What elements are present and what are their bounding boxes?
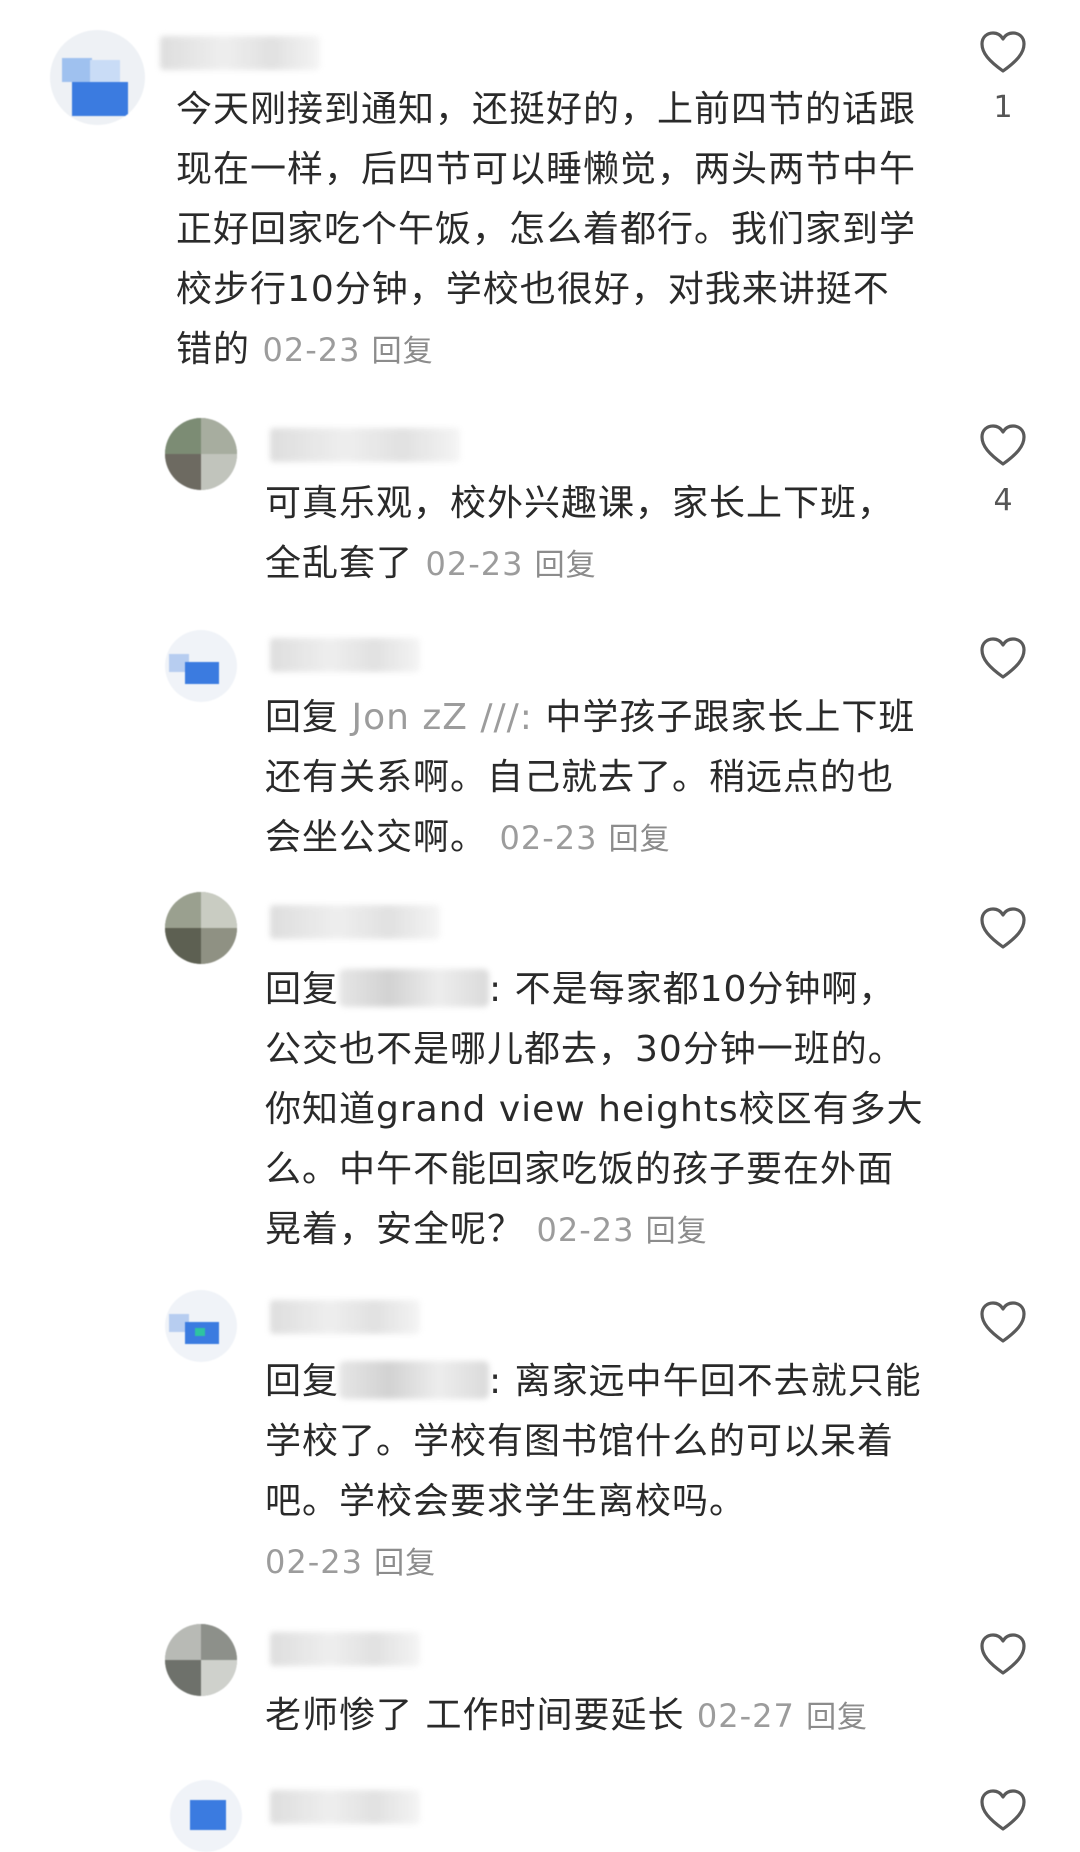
- comment-date: 02-23: [499, 819, 598, 857]
- username-blurred[interactable]: [270, 428, 460, 462]
- username-blurred[interactable]: [270, 638, 420, 672]
- comment-date: 02-23: [265, 1543, 363, 1581]
- username-blurred[interactable]: [270, 1790, 420, 1824]
- comment-text: 老师惨了 工作时间要延长 02-27 回复: [265, 1686, 925, 1748]
- reply-button[interactable]: 回复: [806, 1700, 868, 1735]
- comment-date: 02-23: [425, 545, 524, 583]
- comment-body: 老师惨了 工作时间要延长: [265, 1695, 685, 1736]
- reply-prefix: 回复: [265, 697, 340, 738]
- like-button[interactable]: [975, 1788, 1031, 1832]
- heart-outline-icon: [980, 424, 1026, 466]
- heart-outline-icon: [980, 1633, 1026, 1675]
- avatar[interactable]: [165, 418, 237, 490]
- reply-prefix: 回复: [265, 969, 340, 1010]
- comment-body: : 不是每家都10分钟啊，公交也不是哪儿都去，30分钟一班的。你知道grand …: [265, 969, 924, 1250]
- username-blurred[interactable]: [270, 1300, 420, 1334]
- comment-text: 今天刚接到通知，还挺好的，上前四节的话跟现在一样，后四节可以睡懒觉，两头两节中午…: [176, 80, 916, 382]
- heart-outline-icon: [980, 1789, 1026, 1831]
- comment-text: 可真乐观，校外兴趣课，家长上下班，全乱套了 02-23 回复: [265, 474, 925, 596]
- heart-outline-icon: [980, 907, 1026, 949]
- like-button[interactable]: 1: [975, 30, 1031, 125]
- like-button[interactable]: [975, 1632, 1031, 1676]
- username-blurred[interactable]: [270, 1632, 420, 1666]
- comment-meta: 02-23 回复: [425, 545, 596, 583]
- comment-text: 回复: 不是每家都10分钟啊，公交也不是哪儿都去，30分钟一班的。你知道gran…: [265, 960, 925, 1262]
- like-count: 4: [993, 483, 1013, 518]
- mention-link[interactable]: Jon zZ ///:: [351, 697, 532, 738]
- reply-button[interactable]: 回复: [609, 822, 671, 857]
- reply-button[interactable]: 回复: [374, 1546, 436, 1581]
- mention-blurred[interactable]: [339, 969, 490, 1007]
- comment-meta: 02-23 回复: [262, 331, 433, 369]
- heart-outline-icon: [980, 1301, 1026, 1343]
- comment-text: 回复 Jon zZ ///: 中学孩子跟家长上下班还有关系啊。自己就去了。稍远点…: [265, 688, 925, 870]
- like-button[interactable]: [975, 906, 1031, 950]
- avatar[interactable]: [165, 1290, 237, 1362]
- heart-outline-icon: [980, 637, 1026, 679]
- like-count: 1: [993, 90, 1013, 125]
- like-button[interactable]: [975, 1300, 1031, 1344]
- heart-outline-icon: [980, 31, 1026, 73]
- comment-date: 02-27: [696, 1697, 795, 1735]
- mention-blurred[interactable]: [339, 1361, 490, 1399]
- comment-text: 回复: 离家远中午回不去就只能学校了。学校有图书馆什么的可以呆着吧。学校会要求学…: [265, 1352, 925, 1594]
- username-blurred[interactable]: [270, 905, 440, 939]
- comment-meta: 02-23 回复: [536, 1211, 707, 1249]
- reply-prefix: 回复: [265, 1361, 340, 1402]
- like-button[interactable]: 4: [975, 423, 1031, 518]
- comment-date: 02-23: [536, 1211, 635, 1249]
- comment-meta: 02-27 回复: [697, 1697, 868, 1735]
- avatar[interactable]: [165, 1624, 237, 1696]
- comment-date: 02-23: [262, 331, 361, 369]
- avatar[interactable]: [170, 1780, 242, 1852]
- comment-body: 今天刚接到通知，还挺好的，上前四节的话跟现在一样，后四节可以睡懒觉，两头两节中午…: [176, 89, 917, 370]
- reply-button[interactable]: 回复: [535, 548, 597, 583]
- reply-button[interactable]: 回复: [372, 334, 434, 369]
- avatar[interactable]: [165, 892, 237, 964]
- avatar[interactable]: [50, 30, 145, 125]
- username-blurred[interactable]: [160, 36, 320, 70]
- comment-meta: 02-23 回复: [265, 1532, 925, 1594]
- reply-button[interactable]: 回复: [646, 1214, 708, 1249]
- like-button[interactable]: [975, 636, 1031, 680]
- comment-meta: 02-23 回复: [499, 819, 670, 857]
- avatar[interactable]: [165, 630, 237, 702]
